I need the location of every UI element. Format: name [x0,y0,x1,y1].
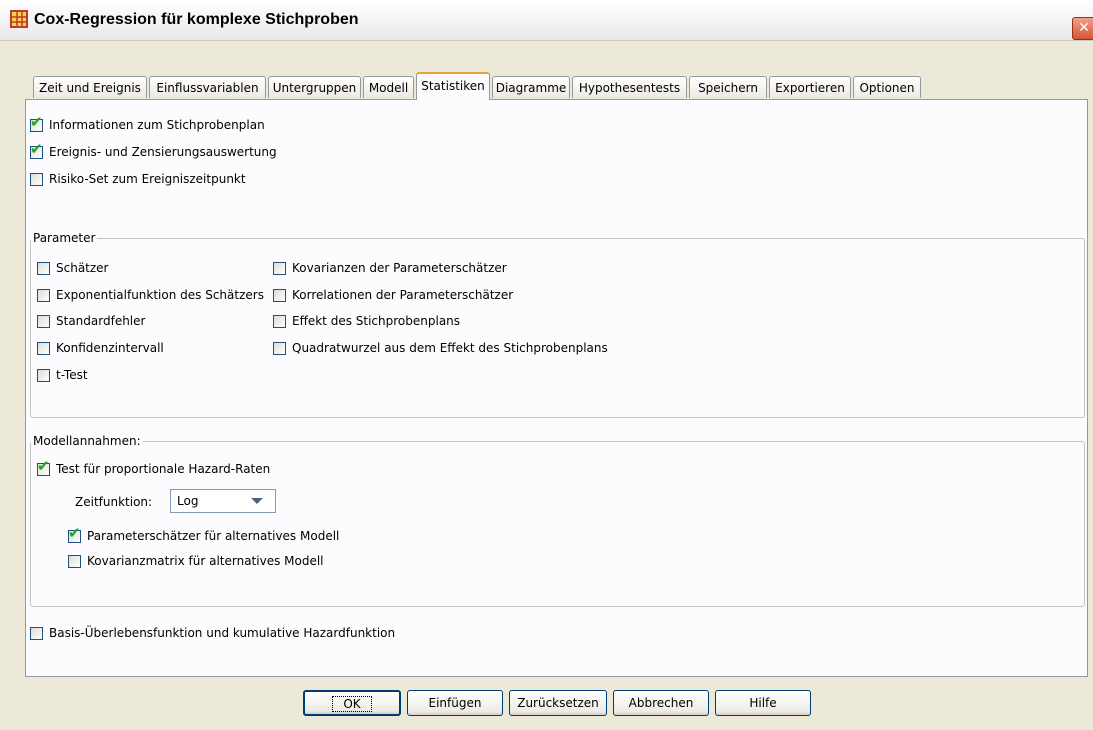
checkbox[interactable] [37,261,50,275]
param-correlations[interactable]: Korrelationen der Parameterschätzer [273,288,513,302]
check-mark-icon: ✔ [30,139,43,158]
checkbox[interactable]: ✔ [30,114,43,132]
check-mark-icon: ✔ [68,523,81,542]
option-params-alt-model[interactable]: ✔ Parameterschätzer für alternatives Mod… [68,525,340,543]
checkbox[interactable] [273,261,286,275]
tab-modell[interactable]: Modell [363,76,414,98]
tab-speichern[interactable]: Speichern [689,76,767,98]
option-sampling-plan-info[interactable]: ✔ Informationen zum Stichprobenplan [30,114,265,132]
checkbox-label: Korrelationen der Parameterschätzer [292,288,514,302]
close-button[interactable]: ✕ [1072,17,1093,40]
checkbox-label: Quadratwurzel aus dem Effekt des Stichpr… [292,341,608,355]
checkbox[interactable] [37,368,50,382]
param-exp-estimate[interactable]: Exponentialfunktion des Schätzers [37,288,264,302]
param-estimate[interactable]: Schätzer [37,261,109,275]
ok-button[interactable]: OK [303,690,401,716]
param-sqrt-design-effect[interactable]: Quadratwurzel aus dem Effekt des Stichpr… [273,341,608,355]
cancel-button[interactable]: Abbrechen [613,690,709,716]
checkbox[interactable]: ✔ [30,141,43,159]
check-mark-icon: ✔ [37,456,50,475]
checkbox-label: Ereignis- und Zensierungsauswertung [49,145,277,159]
paste-button[interactable]: Einfügen [407,690,503,716]
time-function-label: Zeitfunktion: [75,495,153,509]
reset-button[interactable]: Zurücksetzen [509,690,607,716]
checkbox-label: Informationen zum Stichprobenplan [49,118,265,132]
dropdown-arrow-icon[interactable] [251,498,263,504]
tab-untergruppen[interactable]: Untergruppen [268,76,361,98]
checkbox[interactable] [273,341,286,355]
checkbox-label: Parameterschätzer für alternatives Model… [87,529,340,543]
tab-zeit-und-ereignis[interactable]: Zeit und Ereignis [33,76,147,98]
checkbox-label: Risiko-Set zum Ereigniszeitpunkt [49,172,246,186]
checkbox[interactable] [30,172,43,186]
tab-diagramme[interactable]: Diagramme [492,76,570,98]
checkbox-label: Standardfehler [56,314,146,328]
checkbox-label: Basis-Überlebensfunktion und kumulative … [49,626,396,640]
model-assumptions-legend: Modellannahmen: [31,434,143,448]
window-title: Cox-Regression für komplexe Stichproben [34,11,359,28]
checkbox[interactable] [37,288,50,302]
checkbox-label: Test für proportionale Hazard-Raten [56,462,271,476]
check-mark-icon: ✔ [30,112,43,131]
checkbox[interactable] [30,626,43,640]
checkbox-label: Effekt des Stichprobenplans [292,314,461,328]
time-function-select[interactable]: Log [170,489,276,513]
checkbox[interactable] [273,288,286,302]
checkbox-label: Konfidenzintervall [56,341,164,355]
checkbox-label: Kovarianzmatrix für alternatives Modell [87,554,324,568]
param-confidence-interval[interactable]: Konfidenzintervall [37,341,164,355]
checkbox-label: t-Test [56,368,88,382]
parameter-group [30,238,1085,418]
checkbox[interactable]: ✔ [37,458,50,476]
tab-exportieren[interactable]: Exportieren [769,76,851,98]
tab-statistiken[interactable]: Statistiken [416,72,490,100]
param-t-test[interactable]: t-Test [37,368,88,382]
title-bar[interactable]: Cox-Regression für komplexe Stichproben … [0,0,1093,41]
help-button[interactable]: Hilfe [715,690,811,716]
time-function-value: Log [177,494,199,508]
checkbox-label: Kovarianzen der Parameterschätzer [292,261,507,275]
dialog-window: Cox-Regression für komplexe Stichproben … [0,0,1093,730]
checkbox[interactable] [37,314,50,328]
option-proportional-hazards-test[interactable]: ✔ Test für proportionale Hazard-Raten [37,458,271,476]
checkbox[interactable] [273,314,286,328]
checkbox-label: Schätzer [56,261,109,275]
ok-button-label: OK [332,696,372,712]
option-cov-alt-model[interactable]: Kovarianzmatrix für alternatives Modell [68,554,324,568]
checkbox-label: Exponentialfunktion des Schätzers [56,288,264,302]
param-std-error[interactable]: Standardfehler [37,314,145,328]
checkbox[interactable] [37,341,50,355]
param-covariances[interactable]: Kovarianzen der Parameterschätzer [273,261,507,275]
tab-optionen[interactable]: Optionen [853,76,921,98]
option-baseline-survival[interactable]: Basis-Überlebensfunktion und kumulative … [30,626,395,640]
option-event-censoring-summary[interactable]: ✔ Ereignis- und Zensierungsauswertung [30,141,277,159]
tab-einflussvariablen[interactable]: Einflussvariablen [149,76,266,98]
checkbox[interactable] [68,554,81,568]
spss-table-icon [10,10,28,28]
tab-hypothesentests[interactable]: Hypothesentests [572,76,687,98]
checkbox[interactable]: ✔ [68,525,81,543]
param-design-effect[interactable]: Effekt des Stichprobenplans [273,314,460,328]
option-risk-set[interactable]: Risiko-Set zum Ereigniszeitpunkt [30,172,246,186]
parameter-group-legend: Parameter [31,231,98,245]
